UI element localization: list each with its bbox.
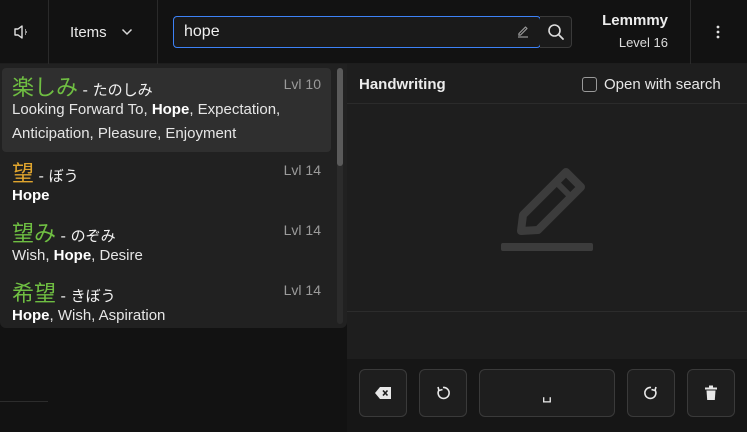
results-scrollbar[interactable]: [337, 68, 343, 324]
result-level: Lvl 14: [283, 282, 321, 298]
result-item[interactable]: 望 - ぼう Lvl 14 Hope: [2, 156, 331, 212]
undo-button[interactable]: [419, 369, 467, 417]
trash-icon: [705, 385, 717, 400]
result-kanji: 望: [12, 162, 35, 187]
redo-icon: [644, 386, 657, 400]
handwriting-header: Handwriting Open with search: [347, 64, 747, 104]
result-item[interactable]: 望み - のぞみ Lvl 14 Wish, Hope, Desire: [2, 216, 331, 272]
username: Lemmmy: [602, 12, 668, 29]
pencil-icon: [501, 168, 593, 251]
scrollbar-thumb[interactable]: [337, 68, 343, 166]
handwriting-panel: Handwriting Open with search ␣: [347, 64, 747, 432]
redo-button[interactable]: [627, 369, 675, 417]
divider: [48, 0, 49, 64]
divider: [157, 0, 158, 64]
kebab-icon: [716, 25, 720, 39]
result-reading: - きぼう: [60, 287, 116, 305]
result-item[interactable]: 楽しみ - たのしみ Lvl 10 Looking Forward To, Ho…: [2, 68, 331, 152]
search-input[interactable]: [184, 17, 504, 46]
result-kanji: 望み: [12, 222, 57, 247]
divider: [690, 0, 691, 64]
result-meaning: Wish, Hope, Desire: [12, 247, 143, 264]
more-menu-button[interactable]: [708, 20, 728, 44]
handwriting-toolbar: ␣: [347, 359, 747, 432]
result-level: Lvl 14: [283, 222, 321, 238]
speaker-icon: [14, 25, 27, 39]
backspace-button[interactable]: [359, 369, 407, 417]
audio-toggle-button[interactable]: [8, 18, 36, 46]
result-meaning: Looking Forward To, Hope, Expectation,: [12, 101, 281, 118]
result-reading: - のぞみ: [60, 227, 116, 245]
clear-button[interactable]: [687, 369, 735, 417]
result-item[interactable]: 希望 - きぼう Lvl 14 Hope, Wish, Aspiration: [2, 276, 331, 328]
space-icon: ␣: [541, 383, 553, 403]
space-button[interactable]: ␣: [479, 369, 615, 417]
result-level: Lvl 14: [283, 162, 321, 178]
result-reading: - ぼう: [38, 167, 79, 185]
result-kanji: 楽しみ: [12, 76, 79, 101]
handwriting-pencil-icon[interactable]: [516, 24, 530, 43]
backspace-icon: [375, 387, 391, 399]
undo-icon: [437, 386, 450, 400]
result-meaning: Hope: [12, 187, 50, 204]
user-level: Level 16: [618, 35, 668, 50]
chevron-down-icon: [121, 28, 133, 36]
top-bar: Items Lemmmy Level 16: [0, 0, 747, 64]
result-reading: - たのしみ: [82, 81, 153, 99]
handwriting-canvas[interactable]: [347, 105, 747, 311]
result-meaning-line2: Anticipation, Pleasure, Enjoyment: [12, 125, 237, 142]
items-dropdown-button[interactable]: Items: [56, 16, 152, 48]
result-level: Lvl 10: [283, 76, 321, 92]
user-info[interactable]: Lemmmy Level 16: [588, 12, 668, 50]
open-with-search-label[interactable]: Open with search: [604, 76, 721, 93]
open-with-search-checkbox[interactable]: [582, 77, 597, 92]
divider: [0, 401, 48, 402]
items-label: Items: [70, 23, 107, 41]
search-button[interactable]: [540, 16, 572, 48]
result-kanji: 希望: [12, 282, 57, 307]
search-icon: [547, 24, 564, 40]
divider: [347, 311, 747, 312]
search-box: [173, 16, 541, 48]
handwriting-title: Handwriting: [359, 76, 446, 93]
search-results-dropdown: 楽しみ - たのしみ Lvl 10 Looking Forward To, Ho…: [0, 64, 347, 328]
result-meaning: Hope, Wish, Aspiration: [12, 307, 166, 324]
